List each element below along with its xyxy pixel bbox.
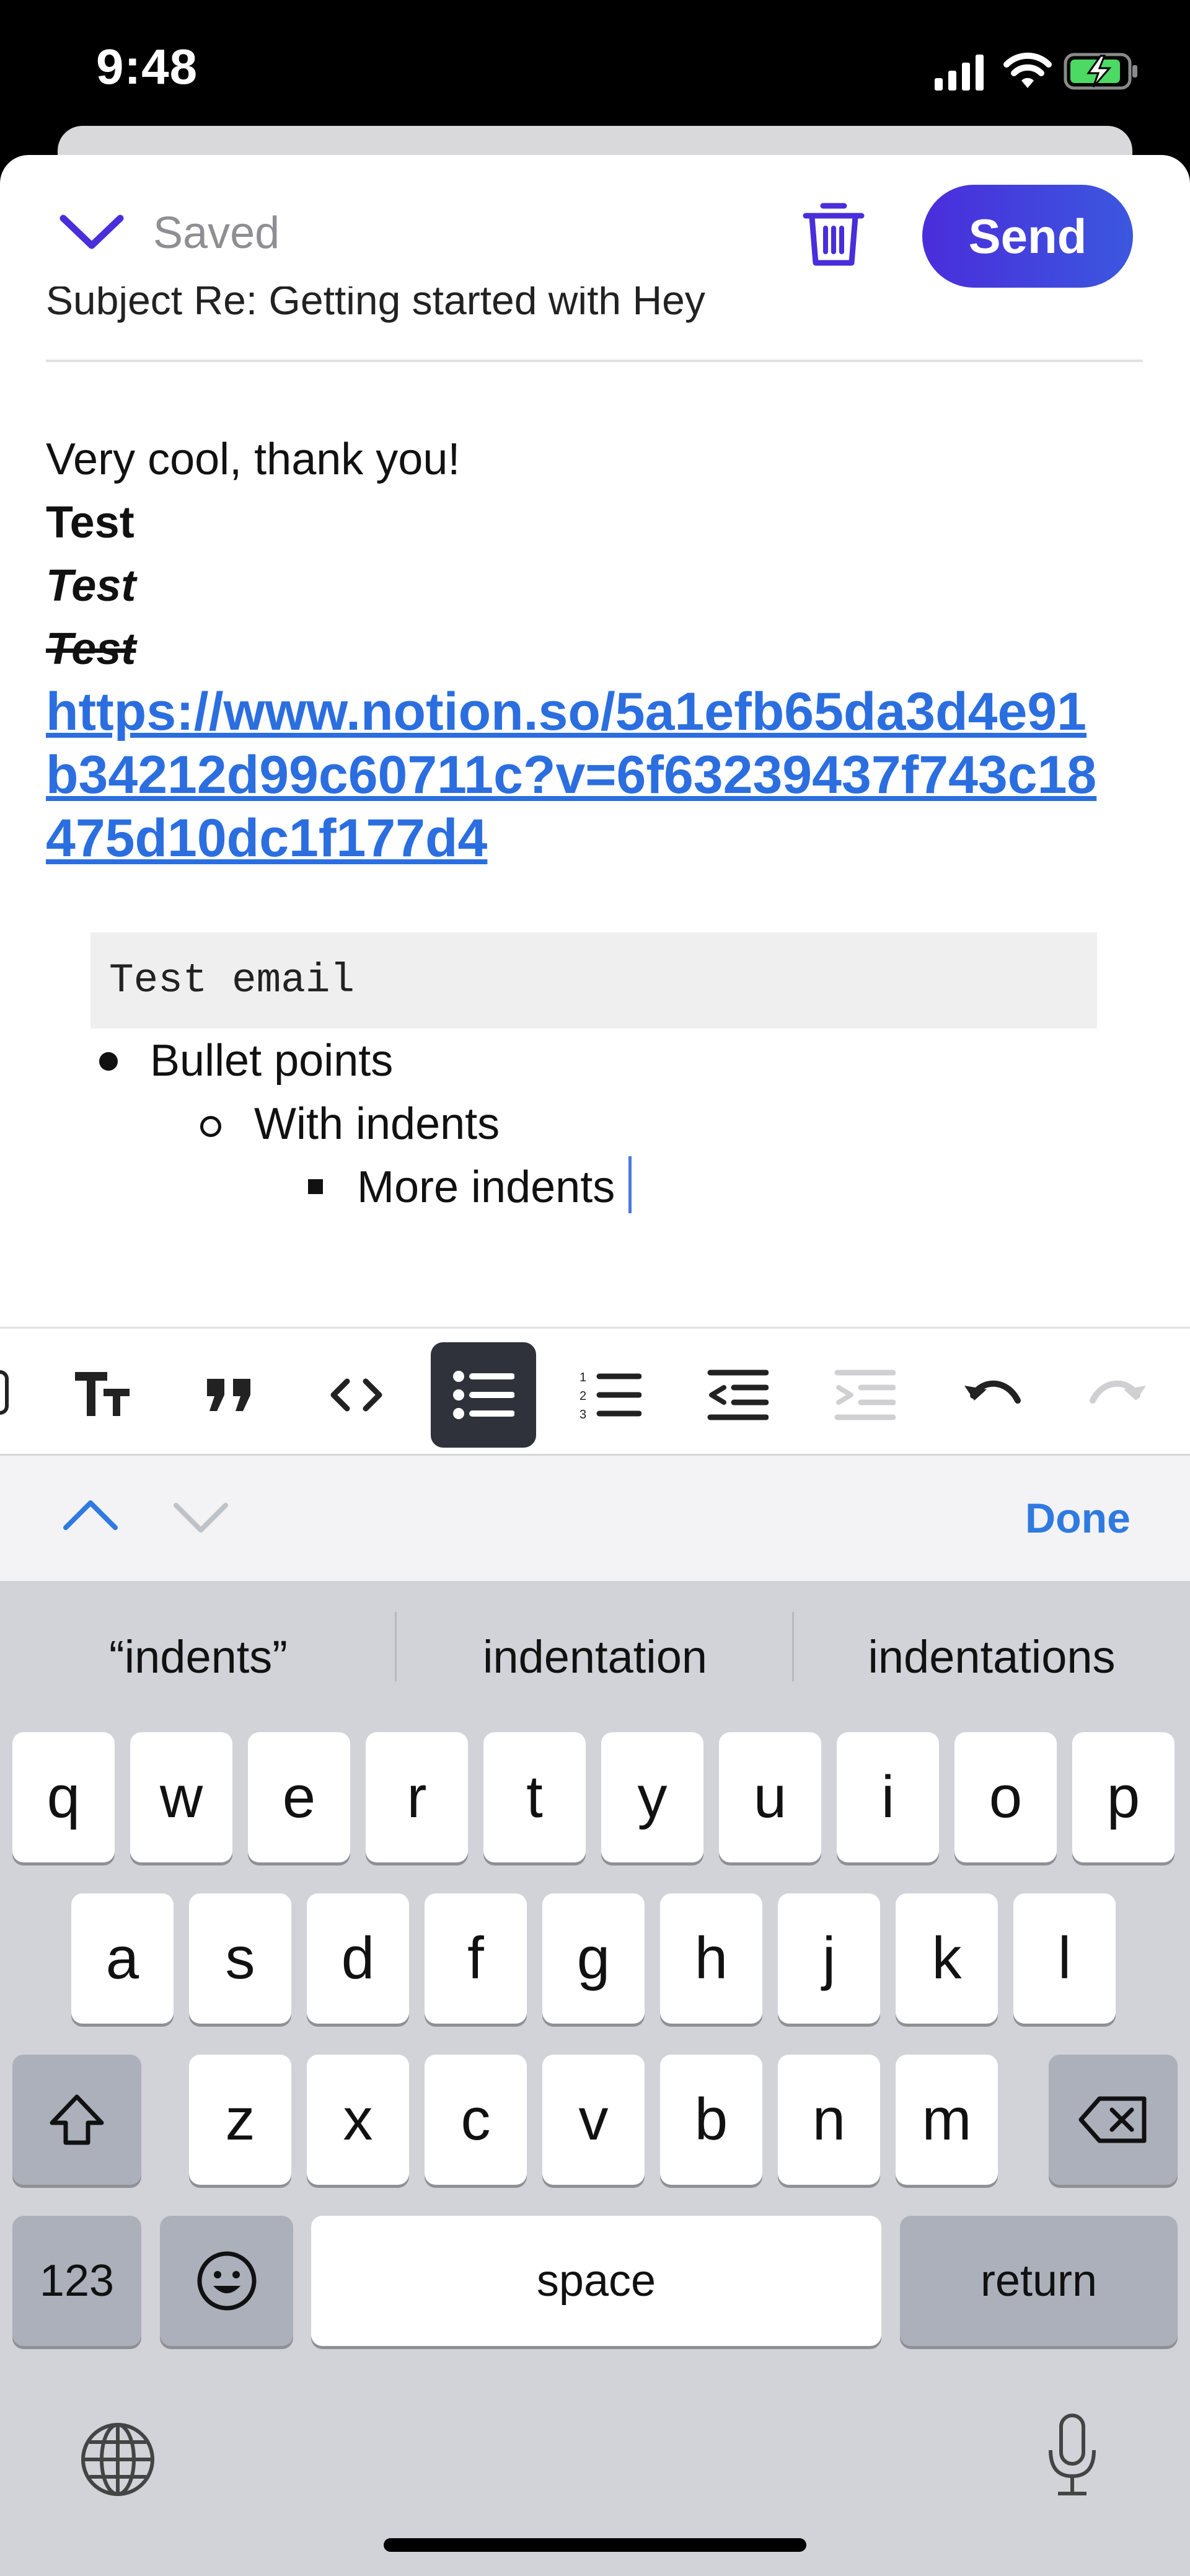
microphone-icon[interactable] [1044,2412,1100,2499]
key-i[interactable]: i [837,1732,939,1862]
numbered-list-icon[interactable]: 1 2 3 [558,1342,663,1448]
battery-charging-icon [1064,53,1137,90]
numbers-key[interactable]: 123 [12,2216,141,2346]
suggestion-item[interactable]: indentations [793,1631,1190,1683]
key-a[interactable]: a [71,1893,174,2024]
key-z[interactable]: z [189,2055,291,2185]
globe-icon[interactable] [79,2421,156,2498]
chevron-up-icon[interactable] [61,1495,120,1533]
bullet-list-icon[interactable] [431,1342,536,1448]
subject-field[interactable]: Subject Re: Getting started with Hey [46,286,1143,360]
send-button[interactable]: Send [922,185,1133,288]
key-m[interactable]: m [896,2055,998,2185]
shift-key[interactable] [12,2055,141,2185]
svg-text:2: 2 [580,1389,586,1403]
chevron-down-icon[interactable] [57,211,126,254]
key-p[interactable]: p [1072,1732,1175,1862]
bullet-square [308,1179,323,1194]
backspace-key[interactable] [1049,2055,1178,2185]
key-d[interactable]: d [307,1893,409,2024]
undo-icon[interactable] [939,1342,1044,1448]
chevron-down-icon [174,1503,228,1533]
key-s[interactable]: s [189,1893,291,2024]
body-italic-text: Test [46,561,136,611]
suggestion-item[interactable]: “indents” [0,1631,397,1683]
key-t[interactable]: t [483,1732,586,1862]
key-f[interactable]: f [425,1893,527,2024]
toolbar-divider [0,1327,1190,1329]
quote-icon[interactable] [177,1342,282,1448]
redo-icon [1066,1342,1171,1448]
body-line: Very cool, thank you! [46,435,461,484]
svg-text:3: 3 [580,1408,586,1421]
key-u[interactable]: u [719,1732,821,1862]
key-e[interactable]: e [248,1732,350,1862]
key-c[interactable]: c [425,2055,527,2185]
saved-status: Saved [153,208,280,258]
list-item: More indents [357,1162,615,1212]
body-link[interactable]: https://www.notion.so/5a1efb65da3d4e91b3… [46,680,1112,870]
subject-text: Subject Re: Getting started with Hey [46,286,705,323]
key-k[interactable]: k [896,1893,998,2024]
key-x[interactable]: x [307,2055,409,2185]
outdent-icon[interactable] [685,1342,790,1448]
svg-text:1: 1 [580,1371,586,1384]
indent-icon [812,1342,917,1448]
home-indicator [384,2538,806,2552]
key-g[interactable]: g [542,1893,645,2024]
suggestion-item[interactable]: indentation [397,1631,793,1683]
key-n[interactable]: n [778,2055,880,2185]
bullet-disc [99,1052,118,1071]
code-text: Test email [109,957,355,1004]
return-key[interactable]: return [900,2216,1178,2346]
trash-icon[interactable] [800,198,868,269]
text-size-icon[interactable] [50,1342,155,1448]
list-item: With indents [254,1099,500,1149]
emoji-key[interactable] [160,2216,293,2346]
key-q[interactable]: q [12,1732,115,1862]
list-item: Bullet points [150,1036,394,1086]
key-r[interactable]: r [366,1732,468,1862]
backspace-icon [1078,2096,1147,2143]
body-bold-text: Test [46,498,134,547]
key-b[interactable]: b [660,2055,762,2185]
key-j[interactable]: j [778,1893,880,2024]
space-key[interactable]: space [311,2216,881,2346]
status-time: 9:48 [96,39,198,94]
text-caret [628,1156,632,1213]
key-y[interactable]: y [601,1732,703,1862]
key-h[interactable]: h [660,1893,762,2024]
key-l[interactable]: l [1013,1893,1116,2024]
key-w[interactable]: w [130,1732,232,1862]
body-strike-text: Test [46,624,136,674]
divider [46,360,1143,362]
key-o[interactable]: o [954,1732,1057,1862]
done-button[interactable]: Done [1025,1494,1130,1543]
emoji-icon [197,2251,256,2311]
bullet-circle [200,1116,221,1137]
code-icon[interactable] [304,1342,409,1448]
signal-icon [935,55,984,91]
key-v[interactable]: v [542,2055,645,2185]
wifi-icon [1003,52,1052,88]
shift-icon [50,2094,104,2145]
toolbar-overflow-icon [0,1370,9,1415]
